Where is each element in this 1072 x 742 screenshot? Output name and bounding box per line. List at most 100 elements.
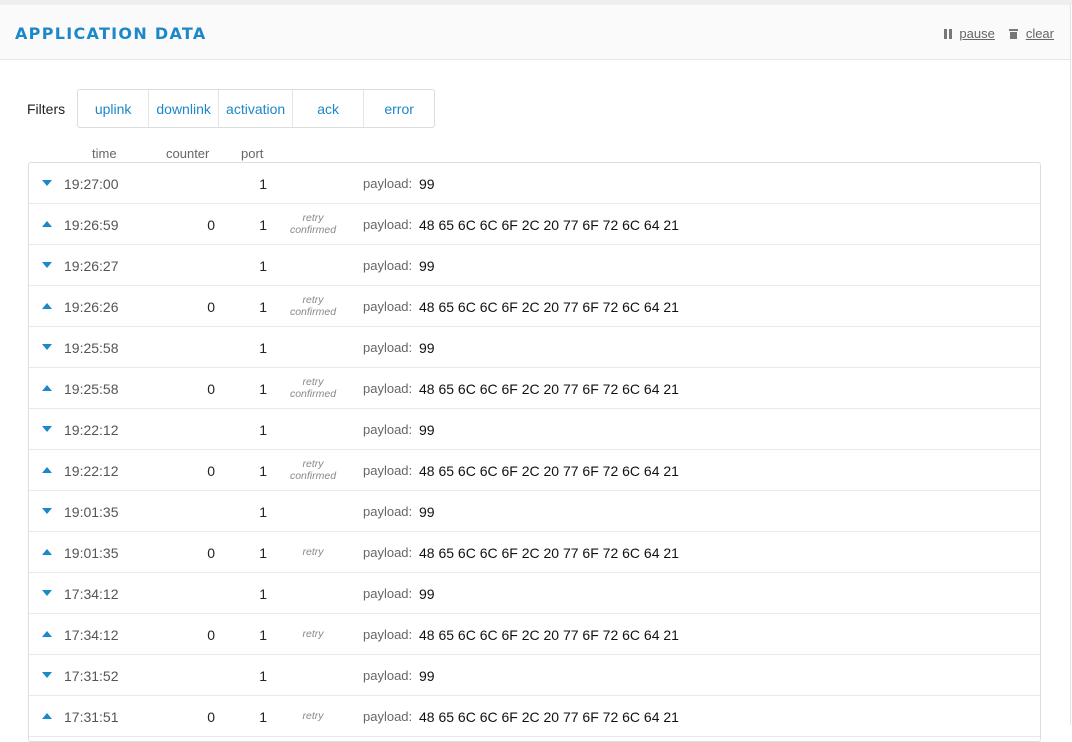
table-row: 17:34:12 1 payload: 99 [29, 573, 1040, 614]
payload-label: payload: [363, 545, 413, 560]
table-row: 19:27:00 1 payload: 99 [29, 163, 1040, 204]
row-flag-confirmed: confirmed [289, 224, 337, 236]
header-actions: pause clear [930, 26, 1054, 41]
arrow-down-icon[interactable] [42, 180, 52, 186]
panel-header: APPLICATION DATA pause clear [0, 5, 1070, 60]
arrow-up-icon[interactable] [42, 631, 52, 637]
filter-ack-button[interactable]: ack [293, 90, 365, 127]
payload-label: payload: [363, 504, 413, 519]
pause-button[interactable]: pause [944, 26, 995, 41]
clear-label[interactable]: clear [1026, 26, 1054, 41]
row-time: 17:34:12 [64, 627, 119, 643]
payload-label: payload: [363, 381, 413, 396]
row-flags: retry [285, 710, 341, 722]
row-time: 17:31:51 [64, 709, 119, 725]
payload-value: 48 65 6C 6C 6F 2C 20 77 6F 72 6C 64 21 [419, 627, 679, 643]
payload-label: payload: [363, 340, 413, 355]
arrow-down-icon[interactable] [42, 590, 52, 596]
row-port: 1 [259, 340, 267, 356]
arrow-up-icon[interactable] [42, 221, 52, 227]
payload-label: payload: [363, 463, 413, 478]
payload-value: 99 [419, 422, 435, 438]
column-header-counter: counter [166, 146, 210, 161]
row-time: 19:22:12 [64, 422, 119, 438]
arrow-up-icon[interactable] [42, 467, 52, 473]
filter-downlink-button[interactable]: downlink [149, 90, 220, 127]
filter-button-group: uplink downlink activation ack error [77, 89, 436, 128]
filter-activation-button[interactable]: activation [219, 90, 294, 127]
table-row: 19:01:35 0 1 retry payload: 48 65 6C 6C 6F 2C… [29, 532, 1040, 573]
row-time: 19:01:35 [64, 545, 119, 561]
payload-value: 99 [419, 176, 435, 192]
table-row: 19:22:12 1 payload: 99 [29, 409, 1040, 450]
row-counter: 0 [207, 217, 215, 233]
arrow-up-icon[interactable] [42, 713, 52, 719]
arrow-up-icon[interactable] [42, 549, 52, 555]
row-flags: retry confirmed [285, 294, 341, 318]
row-flag-confirmed: confirmed [289, 388, 337, 400]
arrow-down-icon[interactable] [42, 344, 52, 350]
row-port: 1 [259, 176, 267, 192]
payload-label: payload: [363, 258, 413, 273]
arrow-up-icon[interactable] [42, 385, 52, 391]
arrow-down-icon[interactable] [42, 508, 52, 514]
payload-value: 99 [419, 668, 435, 684]
row-port: 1 [259, 299, 267, 315]
arrow-down-icon[interactable] [42, 262, 52, 268]
payload-value: 48 65 6C 6C 6F 2C 20 77 6F 72 6C 64 21 [419, 299, 679, 315]
arrow-down-icon[interactable] [42, 672, 52, 678]
column-header-time: time [92, 146, 117, 161]
row-counter: 0 [207, 627, 215, 643]
row-counter: 0 [207, 709, 215, 725]
payload-label: payload: [363, 668, 413, 683]
row-port: 1 [259, 586, 267, 602]
row-time: 17:34:12 [64, 586, 119, 602]
clear-button[interactable]: clear [1008, 26, 1054, 41]
row-flag-retry: retry [302, 458, 324, 470]
filter-error-button[interactable]: error [364, 90, 434, 127]
trash-icon [1008, 28, 1018, 39]
table-row: 19:25:58 1 payload: 99 [29, 327, 1040, 368]
row-flag-retry: retry [302, 212, 324, 224]
payload-value: 48 65 6C 6C 6F 2C 20 77 6F 72 6C 64 21 [419, 463, 679, 479]
table-row: 17:31:52 1 payload: 99 [29, 655, 1040, 696]
table-row: 19:25:58 0 1 retry confirmed payload: 48 65 6C… [29, 368, 1040, 409]
row-flags: retry [285, 546, 341, 558]
table-row: 19:22:12 0 1 retry confirmed payload: 48 65 6C… [29, 450, 1040, 491]
row-flags: retry confirmed [285, 376, 341, 400]
row-time: 19:25:58 [64, 381, 119, 397]
payload-label: payload: [363, 176, 413, 191]
arrow-up-icon[interactable] [42, 303, 52, 309]
row-flag-confirmed: confirmed [289, 470, 337, 482]
column-header-port: port [241, 146, 264, 161]
filters-bar: Filters uplink downlink activation ack e… [27, 89, 436, 128]
payload-label: payload: [363, 627, 413, 642]
payload-value: 99 [419, 258, 435, 274]
row-port: 1 [259, 668, 267, 684]
row-time: 19:27:00 [64, 176, 119, 192]
pause-label[interactable]: pause [959, 26, 994, 41]
payload-value: 99 [419, 340, 435, 356]
row-port: 1 [259, 381, 267, 397]
row-flag-retry: retry [302, 710, 324, 722]
payload-value: 99 [419, 586, 435, 602]
arrow-down-icon[interactable] [42, 426, 52, 432]
table-row: 19:26:26 0 1 retry confirmed payload: 48 65 6C… [29, 286, 1040, 327]
row-counter: 0 [207, 381, 215, 397]
table-row: 19:01:35 1 payload: 99 [29, 491, 1040, 532]
row-flag-confirmed: confirmed [289, 306, 337, 318]
row-counter: 0 [207, 299, 215, 315]
row-counter: 0 [207, 545, 215, 561]
row-time: 19:26:27 [64, 258, 119, 274]
row-flags: retry confirmed [285, 212, 341, 236]
row-flag-retry: retry [302, 294, 324, 306]
row-flags: retry confirmed [285, 458, 341, 482]
row-port: 1 [259, 545, 267, 561]
row-port: 1 [259, 627, 267, 643]
application-data-panel: APPLICATION DATA pause clear Filters upl… [0, 5, 1071, 742]
payload-value: 48 65 6C 6C 6F 2C 20 77 6F 72 6C 64 21 [419, 709, 679, 725]
pause-icon [944, 28, 953, 39]
row-time: 17:31:52 [64, 668, 119, 684]
filter-uplink-button[interactable]: uplink [78, 90, 150, 127]
row-flags: retry [285, 628, 341, 640]
